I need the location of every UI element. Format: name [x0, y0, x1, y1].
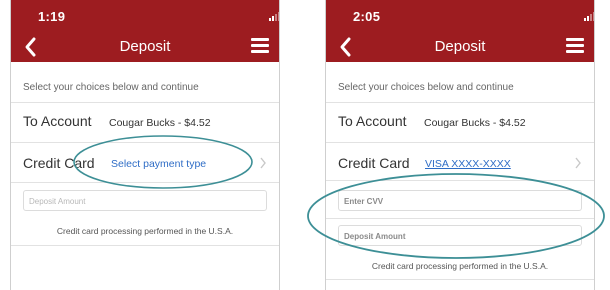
nav-bar: Deposit	[326, 32, 594, 62]
divider	[11, 102, 279, 103]
divider	[326, 218, 594, 219]
divider	[11, 245, 279, 246]
phone-screen-left: 1:19 Deposit Select your choices below a…	[10, 0, 280, 290]
cvv-field[interactable]	[338, 190, 582, 211]
to-account-value[interactable]: Cougar Bucks - $4.52	[424, 117, 526, 129]
instructions-text: Select your choices below and continue	[23, 82, 199, 93]
cvv-input[interactable]	[339, 192, 581, 211]
phone-screen-right: 2:05 Deposit Select your choices below a…	[325, 0, 595, 290]
page-title: Deposit	[119, 38, 171, 55]
status-time: 2:05	[353, 9, 381, 24]
processing-note: Credit card processing performed in the …	[56, 226, 234, 236]
to-account-label: To Account	[338, 113, 407, 129]
divider	[11, 182, 279, 183]
deposit-amount-input[interactable]	[339, 227, 581, 246]
to-account-value[interactable]: Cougar Bucks - $4.52	[109, 117, 211, 129]
divider	[326, 279, 594, 280]
status-bar: 2:05	[326, 0, 594, 32]
selected-card-link[interactable]: VISA XXXX-XXXX	[425, 158, 511, 170]
instructions-text: Select your choices below and continue	[338, 82, 514, 93]
processing-note: Credit card processing performed in the …	[371, 261, 549, 271]
status-time: 1:19	[38, 9, 66, 24]
hamburger-menu-icon[interactable]	[566, 38, 584, 54]
screenshot-comparison: 1:19 Deposit Select your choices below a…	[0, 0, 610, 290]
nav-bar: Deposit	[11, 32, 279, 62]
credit-card-label: Credit Card	[23, 155, 95, 171]
divider	[326, 102, 594, 103]
deposit-form: Select your choices below and continue T…	[326, 62, 594, 290]
deposit-amount-field[interactable]	[23, 190, 267, 211]
deposit-form: Select your choices below and continue T…	[11, 62, 279, 290]
hamburger-menu-icon[interactable]	[251, 38, 269, 54]
status-bar: 1:19	[11, 0, 279, 32]
credit-card-label: Credit Card	[338, 155, 410, 171]
page-title: Deposit	[434, 38, 486, 55]
divider	[326, 142, 594, 143]
divider	[11, 142, 279, 143]
select-payment-type-link[interactable]: Select payment type	[111, 158, 206, 170]
chevron-right-icon[interactable]	[574, 157, 582, 169]
deposit-amount-input[interactable]	[24, 192, 266, 211]
divider	[326, 180, 594, 181]
to-account-label: To Account	[23, 113, 92, 129]
chevron-right-icon[interactable]	[259, 157, 267, 169]
deposit-amount-field[interactable]	[338, 225, 582, 246]
